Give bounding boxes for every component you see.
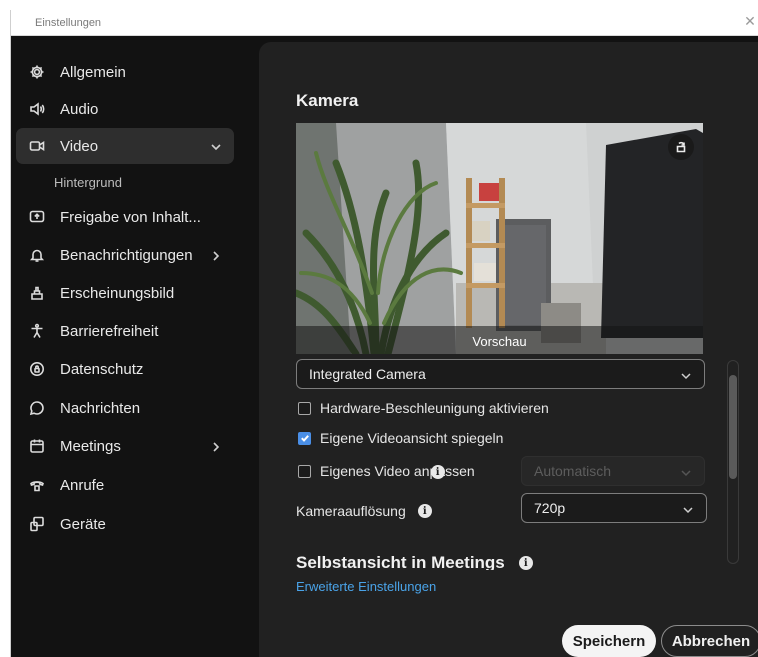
rotate-camera-button[interactable] <box>668 134 694 160</box>
hardware-accel-option[interactable]: Hardware-Beschleunigung aktivieren <box>298 398 549 418</box>
sidebar-item-label: Barrierefreiheit <box>60 322 159 340</box>
info-icon[interactable]: i <box>430 465 445 479</box>
sidebar-subitem-hintergrund[interactable]: Hintergrund <box>54 175 122 190</box>
camera-preview-image <box>296 123 703 354</box>
mirror-video-checkbox[interactable] <box>298 431 311 445</box>
self-view-title-text: Selbstansicht in Meetings <box>296 553 505 570</box>
info-icon[interactable]: i <box>518 556 533 570</box>
sidebar-item-allgemein[interactable]: Allgemein <box>16 54 234 90</box>
save-button[interactable]: Speichern <box>562 625 656 657</box>
chevron-right-icon[interactable] <box>210 249 222 261</box>
sidebar-item-barrierefreiheit[interactable]: Barrierefreiheit <box>16 313 234 349</box>
sidebar-item-label: Audio <box>60 100 99 118</box>
sidebar-item-label: Nachrichten <box>60 399 141 417</box>
sidebar-item-label: Benachrichtigungen <box>60 246 193 264</box>
phone-icon <box>28 476 46 494</box>
window-title: Einstellungen <box>35 17 102 29</box>
info-icon[interactable]: i <box>417 504 432 518</box>
camera-preview: Vorschau <box>296 123 703 354</box>
sidebar: Allgemein Audio Video Hintergrund Freiga… <box>11 36 259 657</box>
sidebar-item-audio[interactable]: Audio <box>16 91 234 127</box>
sidebar-item-datenschutz[interactable]: Datenschutz <box>16 351 234 387</box>
scrollbar-thumb[interactable] <box>729 375 737 479</box>
sidebar-item-geraete[interactable]: Geräte <box>16 506 234 542</box>
sidebar-item-video[interactable]: Video <box>16 128 234 164</box>
sidebar-item-anrufe[interactable]: Anrufe <box>16 467 234 503</box>
sidebar-item-label: Meetings <box>60 437 121 455</box>
sidebar-item-label: Video <box>60 137 99 155</box>
bell-icon <box>28 246 46 264</box>
chat-bubble-icon <box>28 399 46 417</box>
self-view-title: Selbstansicht in Meetings i <box>296 553 533 570</box>
chevron-down-icon <box>680 466 692 478</box>
self-view-section-clip: Selbstansicht in Meetings i <box>259 552 719 570</box>
camera-resolution-select[interactable]: 720p <box>521 493 707 523</box>
camera-resolution-value: 720p <box>534 500 566 516</box>
mirror-video-label: Eigene Videoansicht spiegeln <box>320 430 504 446</box>
sidebar-item-label: Geräte <box>60 515 106 533</box>
devices-icon <box>28 515 46 533</box>
sidebar-item-label: Freigabe von Inhalt... <box>60 208 201 226</box>
advanced-settings-link[interactable]: Erweiterte Einstellungen <box>296 579 436 594</box>
sidebar-item-erscheinungsbild[interactable]: Erscheinungsbild <box>16 275 234 311</box>
accessibility-icon <box>28 322 46 340</box>
sidebar-item-label: Anrufe <box>60 476 105 494</box>
sidebar-item-benachrichtigungen[interactable]: Benachrichtigungen <box>16 237 234 273</box>
chevron-down-icon[interactable] <box>210 140 222 152</box>
camera-resolution-field: Kameraauflösung i <box>296 503 432 519</box>
adjust-video-checkbox[interactable] <box>298 464 311 478</box>
sidebar-item-freigabe[interactable]: Freigabe von Inhalt... <box>16 199 234 235</box>
scrollbar[interactable] <box>727 360 739 564</box>
cancel-button[interactable]: Abbrechen <box>661 625 758 657</box>
adjust-video-label: Eigenes Video anpassen <box>320 463 475 479</box>
section-title-kamera: Kamera <box>296 91 359 110</box>
share-screen-icon <box>28 208 46 226</box>
chevron-right-icon[interactable] <box>210 440 222 452</box>
video-camera-icon <box>28 137 46 155</box>
preview-label: Vorschau <box>472 334 527 349</box>
sidebar-item-meetings[interactable]: Meetings <box>16 428 234 464</box>
adjust-video-select: Automatisch <box>521 456 705 486</box>
privacy-icon <box>28 360 46 378</box>
chevron-down-icon <box>680 369 692 381</box>
settings-window: Einstellungen ✕ Allgemein Audio Video Hi… <box>10 10 758 657</box>
sidebar-item-label: Allgemein <box>60 63 126 81</box>
speaker-icon <box>28 100 46 118</box>
close-icon[interactable]: ✕ <box>743 13 757 29</box>
chevron-down-icon <box>682 503 694 515</box>
rotate-icon <box>676 141 686 153</box>
calendar-icon <box>28 437 46 455</box>
settings-content: Kamera Vorschau Integrated Camera Hardwa… <box>259 42 758 657</box>
gear-icon <box>28 63 46 81</box>
mirror-video-option[interactable]: Eigene Videoansicht spiegeln <box>298 428 503 448</box>
camera-device-select[interactable]: Integrated Camera <box>296 359 705 389</box>
checkmark-icon <box>300 435 309 442</box>
sidebar-item-label: Erscheinungsbild <box>60 284 175 302</box>
adjust-video-value: Automatisch <box>534 463 612 479</box>
camera-resolution-label: Kameraauflösung <box>296 503 406 519</box>
appearance-icon <box>28 284 46 302</box>
camera-device-value: Integrated Camera <box>309 366 426 382</box>
hardware-accel-checkbox[interactable] <box>298 401 311 415</box>
adjust-video-option[interactable]: Eigenes Video anpassen i <box>298 461 475 481</box>
title-bar: Einstellungen ✕ <box>11 10 758 36</box>
hardware-accel-label: Hardware-Beschleunigung aktivieren <box>320 400 549 416</box>
sidebar-item-nachrichten[interactable]: Nachrichten <box>16 390 234 426</box>
sidebar-item-label: Datenschutz <box>60 360 144 378</box>
